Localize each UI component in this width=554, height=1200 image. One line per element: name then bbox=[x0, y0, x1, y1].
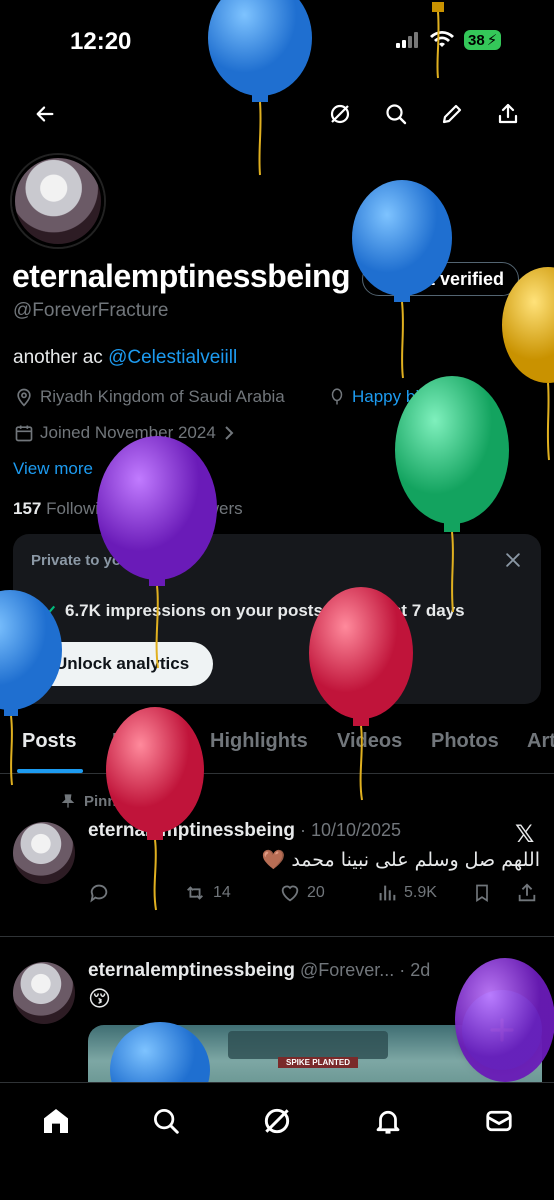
search-icon[interactable] bbox=[146, 1101, 186, 1141]
repost-icon bbox=[187, 886, 203, 900]
location-pin-icon bbox=[17, 388, 31, 407]
post-avatar[interactable] bbox=[13, 822, 75, 884]
search-icon[interactable] bbox=[378, 96, 414, 132]
post-handle-date: @Forever... · 2d bbox=[294, 960, 431, 980]
reply-button[interactable] bbox=[88, 882, 110, 904]
edit-icon[interactable] bbox=[434, 96, 470, 132]
status-time: 12:20 bbox=[70, 28, 132, 55]
verified-badge-icon bbox=[376, 268, 396, 290]
post-author-name[interactable]: eternalemptinessbeing bbox=[88, 820, 295, 841]
following-label: Following bbox=[46, 499, 118, 518]
private-label: Private to you bbox=[31, 552, 131, 569]
balloon-yellow bbox=[502, 267, 554, 461]
media-caption: SPIKE PLANTED bbox=[278, 1057, 359, 1068]
media-hud bbox=[228, 1031, 388, 1059]
active-tab-indicator bbox=[17, 769, 83, 773]
profile-display-name: eternalemptinessbeing bbox=[12, 258, 351, 294]
share-icon bbox=[518, 883, 536, 902]
view-more-link[interactable]: View more bbox=[13, 459, 93, 479]
get-verified-button[interactable]: Get verified bbox=[362, 262, 520, 296]
get-verified-label: Get verified bbox=[405, 268, 505, 289]
follow-stats: 157 Following 421 Followers bbox=[13, 499, 243, 519]
unlock-analytics-button[interactable]: Unlock analytics bbox=[31, 642, 214, 686]
views-button[interactable]: 5.9K bbox=[376, 882, 437, 904]
post-actions: 14 20 5.9K bbox=[88, 882, 540, 912]
profile-handle: @ForeverFracture bbox=[13, 300, 169, 321]
repost-count: 14 bbox=[213, 884, 231, 901]
post-author-name[interactable]: eternalemptinessbeing bbox=[88, 960, 295, 981]
bookmark-button[interactable] bbox=[472, 882, 492, 904]
bottom-navigation bbox=[0, 1082, 554, 1200]
bio-mention-link[interactable]: @Celestialveiill bbox=[108, 347, 237, 368]
tab-photos[interactable]: Photos bbox=[431, 730, 499, 753]
trend-up-icon bbox=[36, 605, 56, 618]
battery-indicator: 38 ⚡ bbox=[464, 30, 502, 50]
profile-bio: another ac @Celestialveiill bbox=[13, 347, 237, 369]
post-text: 😚 bbox=[88, 986, 111, 1011]
post-text: اللهم صل وسلم على نبينا محمد 🤎 bbox=[261, 849, 540, 871]
post-divider bbox=[0, 936, 554, 937]
wifi-icon bbox=[430, 31, 454, 47]
pinned-indicator: Pinned bbox=[60, 792, 134, 810]
tab-posts[interactable]: Posts bbox=[22, 730, 76, 753]
charging-icon: ⚡ bbox=[486, 32, 498, 49]
joined-row[interactable]: Joined November 2024 bbox=[14, 423, 236, 443]
profile-avatar[interactable] bbox=[12, 155, 104, 247]
chevron-right-icon bbox=[225, 426, 234, 440]
battery-level: 38 bbox=[468, 31, 485, 49]
compose-post-button[interactable] bbox=[462, 990, 542, 1070]
home-icon[interactable] bbox=[36, 1101, 76, 1141]
grok-icon[interactable] bbox=[257, 1101, 297, 1141]
status-icons: 38 ⚡ bbox=[396, 30, 502, 50]
balloon-blue bbox=[208, 0, 312, 176]
calendar-icon bbox=[15, 425, 33, 442]
followers-count: 421 bbox=[136, 499, 166, 518]
share-icon[interactable] bbox=[490, 96, 526, 132]
followers-link[interactable]: 421 Followers bbox=[137, 499, 243, 518]
share-post-button[interactable] bbox=[516, 882, 538, 904]
messages-icon[interactable] bbox=[479, 1101, 519, 1141]
birthday-row: Happy birthday! bbox=[328, 387, 471, 407]
followers-label: Followers bbox=[169, 499, 243, 518]
tab-articles[interactable]: Art bbox=[527, 730, 554, 753]
reply-icon bbox=[90, 884, 108, 903]
tab-highlights[interactable]: Highlights bbox=[210, 730, 308, 753]
balloon-icon bbox=[331, 388, 343, 405]
views-chart-icon bbox=[379, 885, 396, 901]
post-date: · 10/10/2025 bbox=[294, 820, 402, 840]
analytics-card: Private to you 6.7K impressions on your … bbox=[13, 534, 541, 704]
location-row: Riyadh Kingdom of Saudi Arabia bbox=[14, 387, 285, 407]
post-header: eternalemptinessbeing @Forever... · 2d bbox=[88, 960, 430, 982]
pin-icon bbox=[61, 794, 75, 808]
notifications-icon[interactable] bbox=[368, 1101, 408, 1141]
grok-icon[interactable] bbox=[322, 96, 358, 132]
like-button[interactable]: 20 bbox=[279, 882, 325, 904]
bookmark-icon bbox=[476, 884, 488, 903]
like-count: 20 bbox=[307, 884, 325, 901]
following-count: 157 bbox=[13, 499, 42, 518]
following-link[interactable]: 157 Following bbox=[13, 499, 118, 518]
tab-videos[interactable]: Videos bbox=[337, 730, 402, 753]
close-icon[interactable] bbox=[503, 550, 523, 575]
heart-icon bbox=[281, 885, 299, 902]
post-header: eternalemptinessbeing · 10/10/2025 bbox=[88, 820, 401, 842]
signal-icon bbox=[396, 32, 418, 48]
views-count: 5.9K bbox=[404, 884, 437, 901]
tab-replies[interactable]: Replies bbox=[112, 730, 183, 753]
pinned-label: Pinned bbox=[84, 792, 135, 810]
profile-tabs: Posts Replies Highlights Videos Photos A… bbox=[0, 722, 554, 774]
plus-icon bbox=[490, 1018, 514, 1042]
repost-button[interactable]: 14 bbox=[183, 882, 231, 904]
x-logo-icon: 𝕏 bbox=[515, 821, 535, 848]
location-text: Riyadh Kingdom of Saudi Arabia bbox=[40, 387, 285, 406]
joined-text: Joined November 2024 bbox=[40, 423, 216, 442]
bio-text: another ac bbox=[13, 347, 109, 368]
birthday-text: Happy birthday! bbox=[352, 387, 472, 406]
impressions-text: 6.7K impressions on your posts in the la… bbox=[65, 601, 465, 620]
post-avatar[interactable] bbox=[13, 962, 75, 1024]
back-arrow-icon[interactable] bbox=[27, 96, 63, 132]
